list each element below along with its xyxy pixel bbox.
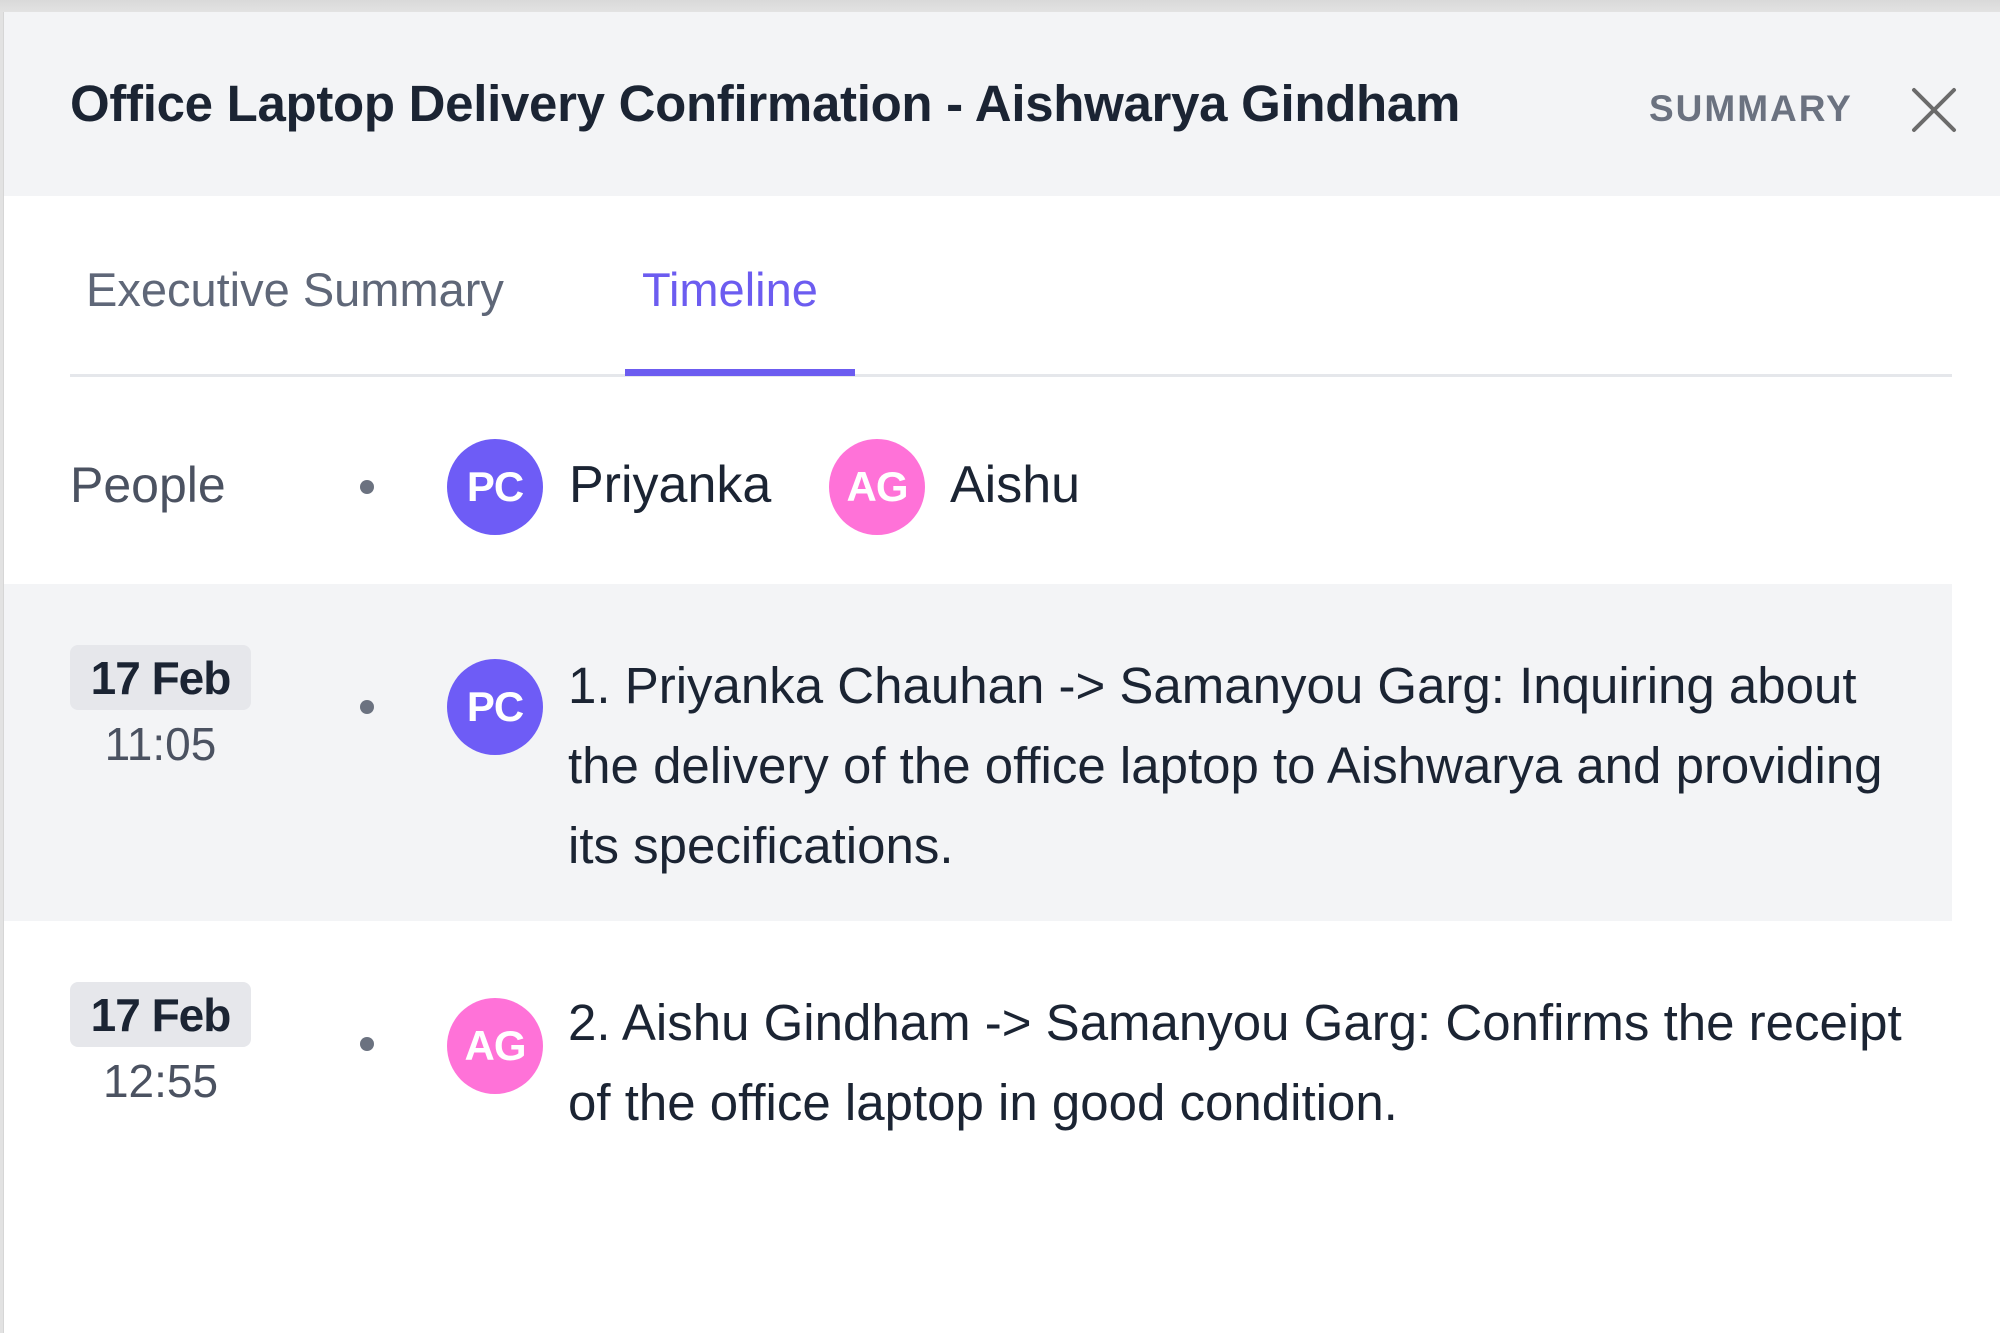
tab-executive-summary[interactable]: Executive Summary bbox=[86, 262, 504, 317]
panel-header: Office Laptop Delivery Confirmation - Ai… bbox=[4, 12, 2000, 196]
people-label: People bbox=[70, 457, 226, 513]
date-badge: 17 Feb bbox=[70, 982, 251, 1047]
bullet-dot bbox=[360, 1037, 374, 1051]
people-row: People PC Priyanka AG Aishu bbox=[4, 377, 1952, 596]
close-button[interactable] bbox=[1908, 84, 1960, 136]
bullet-dot bbox=[360, 480, 374, 494]
close-icon bbox=[1912, 88, 1956, 132]
event-time: 11:05 bbox=[104, 718, 217, 770]
person-name[interactable]: Priyanka bbox=[569, 455, 771, 515]
active-tab-indicator bbox=[625, 369, 855, 376]
event-description: 1. Priyanka Chauhan -> Samanyou Garg: In… bbox=[568, 657, 1883, 874]
date-badge: 17 Feb bbox=[70, 645, 251, 710]
bullet-dot bbox=[360, 700, 374, 714]
timeline-event[interactable]: 17 Feb 12:55 AG 2. Aishu Gindham -> Sama… bbox=[4, 921, 1952, 1181]
avatar: PC bbox=[447, 659, 543, 755]
summary-panel: Office Laptop Delivery Confirmation - Ai… bbox=[4, 12, 2000, 1333]
summary-button[interactable]: SUMMARY bbox=[1649, 88, 1853, 130]
avatar: PC bbox=[447, 439, 543, 535]
tab-timeline[interactable]: Timeline bbox=[642, 262, 818, 317]
timeline-event[interactable]: 17 Feb 11:05 PC 1. Priyanka Chauhan -> S… bbox=[4, 584, 1952, 921]
person-name[interactable]: Aishu bbox=[950, 455, 1080, 515]
avatar: AG bbox=[447, 998, 543, 1094]
event-time: 12:55 bbox=[102, 1055, 219, 1107]
avatar: AG bbox=[829, 439, 925, 535]
event-description: 2. Aishu Gindham -> Samanyou Garg: Confi… bbox=[568, 994, 1902, 1131]
tab-bar: Executive Summary Timeline bbox=[70, 196, 1952, 377]
panel-title: Office Laptop Delivery Confirmation - Ai… bbox=[70, 75, 1461, 132]
